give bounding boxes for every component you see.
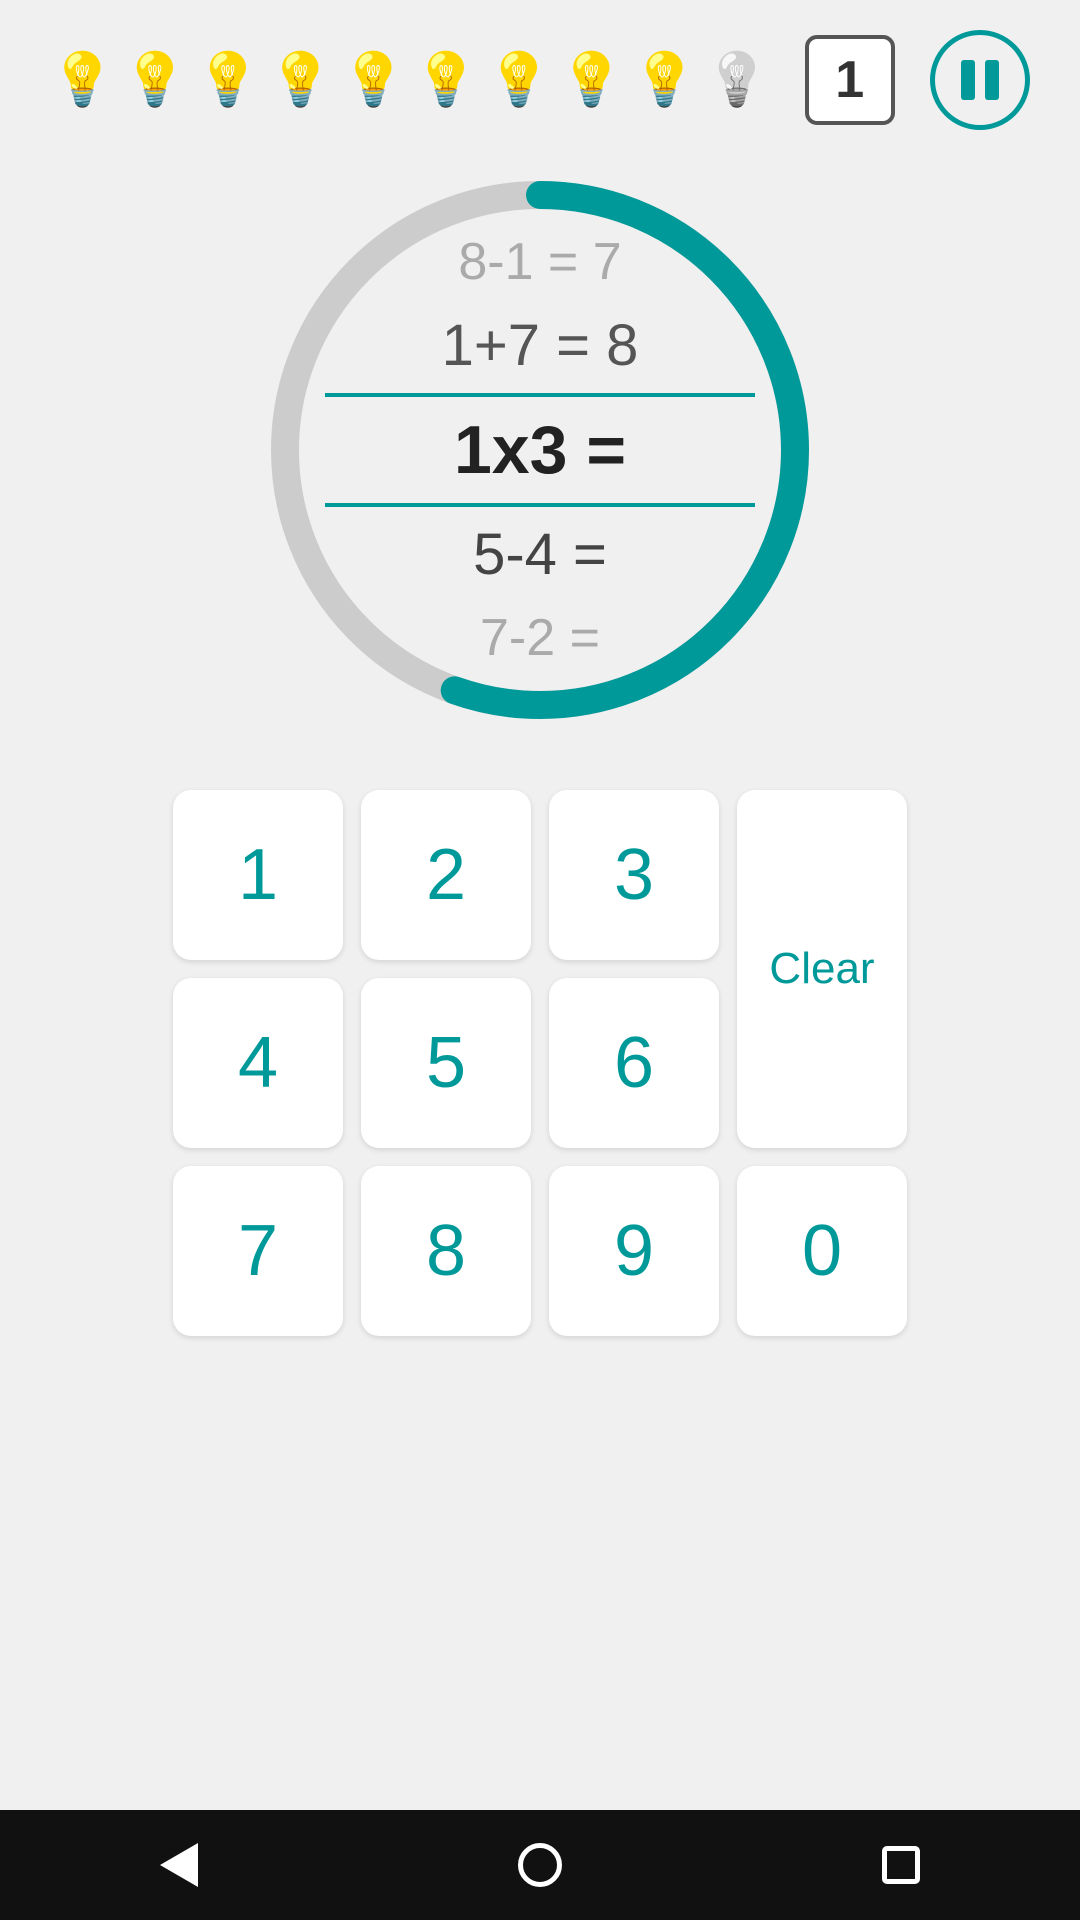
key-5[interactable]: 5 [361,978,531,1148]
key-8[interactable]: 8 [361,1166,531,1336]
bulb-4: 💡 [268,54,333,106]
bulb-10: 💡 [705,54,770,106]
home-button[interactable] [518,1843,562,1887]
pause-button[interactable] [930,30,1030,130]
key-7[interactable]: 7 [173,1166,343,1336]
bulb-6: 💡 [414,54,479,106]
back-button[interactable] [160,1843,198,1887]
key-2[interactable]: 2 [361,790,531,960]
equations-list: 8-1 = 7 1+7 = 8 1x3 = 5-4 = 7-2 = [325,222,755,678]
level-value: 1 [835,50,864,110]
key-9[interactable]: 9 [549,1166,719,1336]
equation-next-2: 7-2 = [325,598,755,678]
bulb-5: 💡 [341,54,406,106]
equation-past-1: 8-1 = 7 [325,222,755,302]
circle-timer: 8-1 = 7 1+7 = 8 1x3 = 5-4 = 7-2 = [260,170,820,730]
equation-current: 1x3 = [325,401,755,499]
bulb-3: 💡 [196,54,261,106]
key-3[interactable]: 3 [549,790,719,960]
bulb-8: 💡 [559,54,624,106]
recents-button[interactable] [882,1846,920,1884]
clear-label: Clear [769,944,874,994]
clear-button[interactable]: Clear [737,790,907,1148]
top-active-line [325,393,755,397]
level-badge: 1 [805,35,895,125]
pause-icon [961,60,999,100]
key-1[interactable]: 1 [173,790,343,960]
keypad: 1 2 3 Clear 4 5 6 7 8 9 0 [113,790,967,1336]
top-bar: 💡 💡 💡 💡 💡 💡 💡 💡 💡 💡 1 [0,0,1080,140]
key-6[interactable]: 6 [549,978,719,1148]
bulbs-row: 💡 💡 💡 💡 💡 💡 💡 💡 💡 💡 [50,54,770,106]
bulb-2: 💡 [123,54,188,106]
equation-next-1: 5-4 = [325,511,755,598]
bottom-nav [0,1810,1080,1920]
bulb-7: 💡 [487,54,552,106]
equation-past-2: 1+7 = 8 [325,302,755,389]
key-4[interactable]: 4 [173,978,343,1148]
bulb-1: 💡 [50,54,115,106]
key-0[interactable]: 0 [737,1166,907,1336]
zero-label: 0 [802,1210,842,1292]
bulb-9: 💡 [632,54,697,106]
bottom-active-line [325,503,755,507]
